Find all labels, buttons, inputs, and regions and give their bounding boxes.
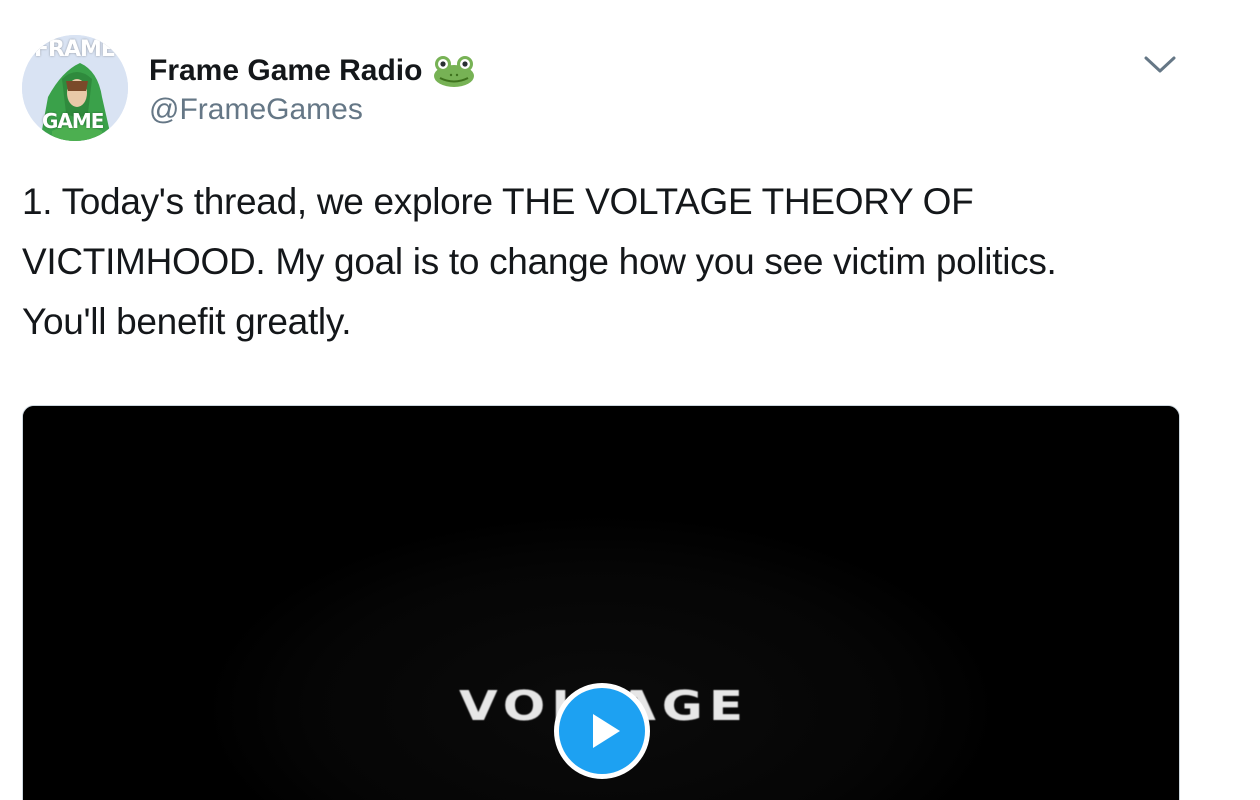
chevron-down-icon[interactable] <box>1140 48 1180 80</box>
name-row: Frame Game Radio <box>149 49 476 93</box>
avatar-top-text: FRAME <box>34 37 116 62</box>
avatar[interactable]: FRAME GAME <box>22 35 128 141</box>
play-button[interactable] <box>554 683 650 779</box>
display-name[interactable]: Frame Game Radio <box>149 54 422 88</box>
video-player[interactable]: VOLTAGE <box>22 405 1180 800</box>
frog-icon <box>432 54 476 88</box>
handle[interactable]: @FrameGames <box>149 93 476 127</box>
tweet: FRAME GAME Frame Game Radio @FrameGames … <box>0 0 1260 800</box>
tweet-text: 1. Today's thread, we explore THE VOLTAG… <box>22 181 1057 342</box>
tweet-header: FRAME GAME Frame Game Radio @FrameGames <box>22 35 476 141</box>
author-names: Frame Game Radio @FrameGames <box>149 49 476 127</box>
play-icon <box>593 714 620 748</box>
avatar-bottom-text: GAME <box>42 109 104 133</box>
